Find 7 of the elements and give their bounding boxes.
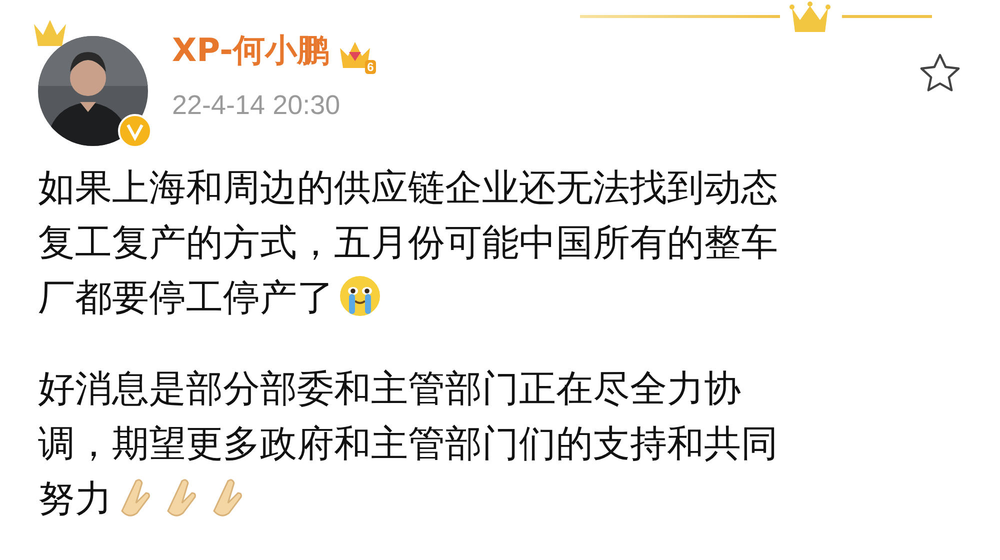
post-paragraph: 如果上海和周边的供应链企业还无法找到动态复工复产的方式，五月份可能中国所有的整车厂都要停工停产了 xyxy=(38,166,779,320)
favorite-star-icon[interactable] xyxy=(918,52,962,94)
user-name[interactable]: XP-何小鹏 xyxy=(172,31,329,69)
crying-face-icon xyxy=(338,274,382,318)
post-time: 22-4-14 20:30 xyxy=(172,88,342,122)
post-paragraph: 好消息是部分部委和主管部门正在尽全力协调，期望更多政府和主管部门们的支持和共同努力 xyxy=(38,367,779,521)
level-badge: 6 xyxy=(365,60,376,74)
